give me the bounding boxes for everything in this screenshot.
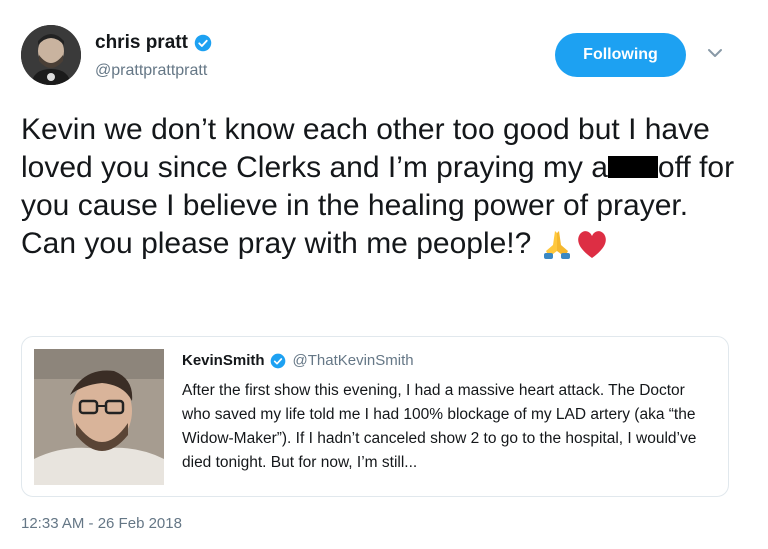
verified-badge-icon [194,34,212,52]
tweet-text-part-1: Kevin we don’t know each other too good … [21,113,710,184]
redaction-bar [607,156,658,178]
chevron-down-icon[interactable] [706,46,724,60]
quoted-tweet-text: After the first show this evening, I had… [182,382,697,471]
quoted-tweet[interactable]: KevinSmith @ThatKevinSmith After the fir… [21,336,729,497]
quoted-tweet-header: KevinSmith @ThatKevinSmith [182,352,414,369]
folded-hands-icon [543,231,570,259]
author-handle[interactable]: @prattprattpratt [95,62,207,80]
verified-badge-icon [270,353,285,368]
tweet-text: Kevin we don’t know each other too good … [21,111,751,263]
author-name-row[interactable]: chris pratt [95,32,212,54]
author-name[interactable]: chris pratt [95,32,188,54]
red-heart-icon [577,231,606,258]
tweet-timestamp[interactable]: 12:33 AM - 26 Feb 2018 [21,515,182,532]
author-avatar[interactable] [21,25,81,85]
quoted-author-handle[interactable]: @ThatKevinSmith [293,352,414,369]
quoted-author-name[interactable]: KevinSmith [182,352,265,369]
quoted-tweet-photo[interactable] [34,349,164,485]
following-button[interactable]: Following [555,33,686,77]
